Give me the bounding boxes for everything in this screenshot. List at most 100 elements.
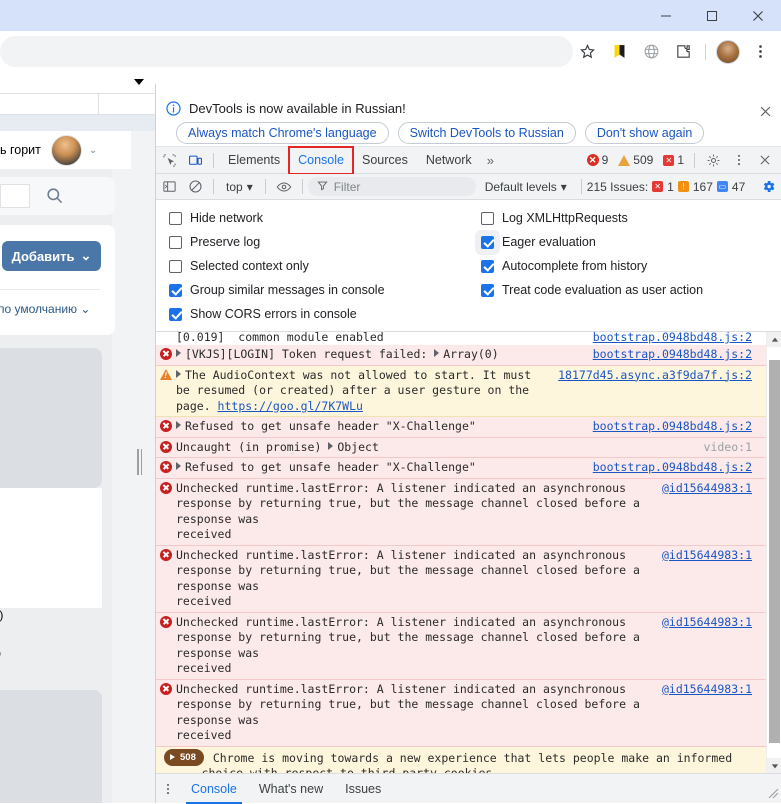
setting-show-cors-errors[interactable]: Show CORS errors in console — [156, 304, 468, 324]
device-toolbar-icon[interactable] — [182, 147, 208, 173]
three-dots-icon[interactable] — [726, 147, 752, 173]
checkbox[interactable] — [169, 211, 182, 225]
setting-log-xmlhttprequests[interactable]: Log XMLHttpRequests — [468, 208, 781, 228]
expand-triangle-icon[interactable] — [176, 421, 181, 429]
message-source-link[interactable]: bootstrap.0948bd48.js:2 — [593, 460, 766, 474]
chevron-down-icon[interactable] — [134, 79, 144, 85]
page-sort-default[interactable]: по умолчанию ⌄ — [0, 302, 90, 316]
tab-console[interactable]: Console — [288, 145, 354, 175]
minimize-button[interactable] — [643, 0, 689, 31]
more-options-icon[interactable] — [156, 782, 180, 796]
setting-preserve-log[interactable]: Preserve log — [156, 232, 468, 252]
setting-eager-evaluation[interactable]: Eager evaluation — [468, 232, 781, 252]
console-message-row[interactable]: Unchecked runtime.lastError: A listener … — [156, 679, 766, 747]
dont-show-again-button[interactable]: Don't show again — [584, 122, 705, 144]
message-source-link[interactable]: bootstrap.0948bd48.js:2 — [593, 419, 766, 433]
chevron-down-icon[interactable]: ⌄ — [89, 145, 97, 156]
always-match-language-button[interactable]: Always match Chrome's language — [176, 122, 389, 144]
search-icon[interactable] — [45, 186, 64, 210]
expand-triangle-icon[interactable] — [176, 349, 181, 357]
extension-yellow-icon[interactable] — [604, 37, 634, 67]
setting-treat-code-evaluation[interactable]: Treat code evaluation as user action — [468, 280, 781, 300]
error-counter[interactable]: ✕ 9 — [582, 153, 614, 167]
tab-network[interactable]: Network — [417, 147, 481, 174]
drawer-tab-issues[interactable]: Issues — [334, 774, 392, 804]
filter-input[interactable]: Filter — [307, 177, 476, 196]
infobar-close-icon[interactable] — [758, 104, 773, 122]
scrollbar-thumb[interactable] — [769, 360, 780, 743]
more-tabs-icon[interactable]: » — [481, 153, 500, 168]
setting-autocomplete-from-history[interactable]: Autocomplete from history — [468, 256, 781, 276]
page-profile-row[interactable]: ь горит ⌄ — [0, 131, 131, 169]
message-source-link[interactable]: @id15644983:1 — [662, 615, 766, 629]
close-window-button[interactable] — [735, 0, 781, 31]
page-search-input[interactable] — [0, 184, 30, 208]
message-source-link[interactable]: bootstrap.0948bd48.js:2 — [593, 347, 766, 361]
console-message-row[interactable]: Uncaught (in promise) Object video:1 — [156, 437, 766, 458]
gear-icon[interactable] — [700, 147, 726, 173]
expand-triangle-icon[interactable] — [176, 369, 181, 378]
message-source-link[interactable]: @id15644983:1 — [662, 682, 766, 696]
tab-sources[interactable]: Sources — [353, 147, 417, 174]
message-inline-link[interactable]: https://goo.gl/7K7WLu — [218, 399, 363, 413]
message-source-link[interactable]: @id15644983:1 — [662, 548, 766, 562]
checkbox[interactable] — [169, 235, 182, 249]
console-message-row[interactable]: [0.019] common module enabled bootstrap.… — [156, 332, 766, 345]
clear-console-icon[interactable] — [182, 174, 208, 200]
console-message-row[interactable]: 508 Chrome is moving towards a new experi… — [156, 746, 766, 773]
inspect-element-icon[interactable] — [156, 147, 182, 173]
console-message-list[interactable]: [0.019] common module enabled bootstrap.… — [156, 332, 781, 773]
close-devtools-icon[interactable] — [752, 147, 778, 173]
expand-triangle-icon[interactable] — [328, 441, 334, 450]
setting-selected-context-only[interactable]: Selected context only — [156, 256, 468, 276]
console-message-row[interactable]: Unchecked runtime.lastError: A listener … — [156, 612, 766, 680]
checkbox[interactable] — [481, 235, 494, 249]
console-message-row[interactable]: Unchecked runtime.lastError: A listener … — [156, 545, 766, 613]
switch-devtools-to-russian-button[interactable]: Switch DevTools to Russian — [397, 122, 576, 144]
expand-triangle-icon[interactable] — [176, 462, 181, 470]
drawer-tab-console[interactable]: Console — [180, 774, 248, 804]
issue-counter[interactable]: ✕ 1 — [658, 153, 689, 167]
execution-context-selector[interactable]: top ▾ — [219, 180, 260, 194]
message-inline-object[interactable]: Object — [337, 440, 379, 454]
warning-counter[interactable]: 509 — [613, 153, 658, 167]
console-message-row[interactable]: Refused to get unsafe header "X-Challeng… — [156, 458, 766, 479]
console-message-row[interactable]: Unchecked runtime.lastError: A listener … — [156, 478, 766, 546]
tab-elements[interactable]: Elements — [219, 147, 289, 174]
console-message-row[interactable]: [VKJS][LOGIN] Token request failed: Arra… — [156, 345, 766, 366]
checkbox[interactable] — [169, 259, 182, 273]
setting-group-similar-messages[interactable]: Group similar messages in console — [156, 280, 468, 300]
log-levels-selector[interactable]: Default levels ▾ — [476, 180, 576, 194]
address-bar[interactable] — [0, 36, 573, 67]
devtools-resize-handle[interactable] — [137, 449, 142, 475]
page-profile-avatar[interactable] — [50, 134, 82, 166]
expand-triangle-icon[interactable] — [434, 349, 440, 357]
three-dots-menu-icon[interactable] — [745, 37, 775, 67]
extensions-puzzle-icon[interactable] — [668, 37, 698, 67]
star-icon[interactable] — [572, 37, 602, 67]
console-message-row[interactable]: Refused to get unsafe header "X-Challeng… — [156, 417, 766, 438]
group-count-badge[interactable]: 508 — [164, 748, 204, 766]
checkbox[interactable] — [481, 211, 494, 225]
setting-hide-network[interactable]: Hide network — [156, 208, 468, 228]
window-resize-grip[interactable] — [767, 787, 779, 802]
console-sidebar-icon[interactable] — [156, 174, 182, 200]
page-add-button[interactable]: Добавить ⌄ — [2, 241, 101, 271]
scroll-up-arrow[interactable] — [767, 332, 781, 347]
message-source-link[interactable]: bootstrap.0948bd48.js:2 — [593, 332, 766, 344]
profile-avatar[interactable] — [713, 37, 743, 67]
message-source-link[interactable]: 18177d45.async.a3f9da7f.js:2 — [558, 368, 766, 382]
drawer-tab-whats-new[interactable]: What's new — [248, 774, 334, 804]
live-expression-eye-icon[interactable] — [271, 174, 297, 200]
checkbox[interactable] — [481, 259, 494, 273]
console-message-row[interactable]: The AudioContext was not allowed to star… — [156, 365, 766, 417]
message-inline-object[interactable]: Array(0) — [443, 347, 498, 361]
checkbox[interactable] — [169, 283, 182, 297]
message-source-link[interactable]: @id15644983:1 — [662, 481, 766, 495]
checkbox[interactable] — [481, 283, 494, 297]
maximize-button[interactable] — [689, 0, 735, 31]
console-scrollbar[interactable] — [766, 332, 781, 773]
scroll-down-arrow[interactable] — [767, 758, 781, 773]
checkbox[interactable] — [169, 307, 182, 321]
globe-icon[interactable] — [636, 37, 666, 67]
